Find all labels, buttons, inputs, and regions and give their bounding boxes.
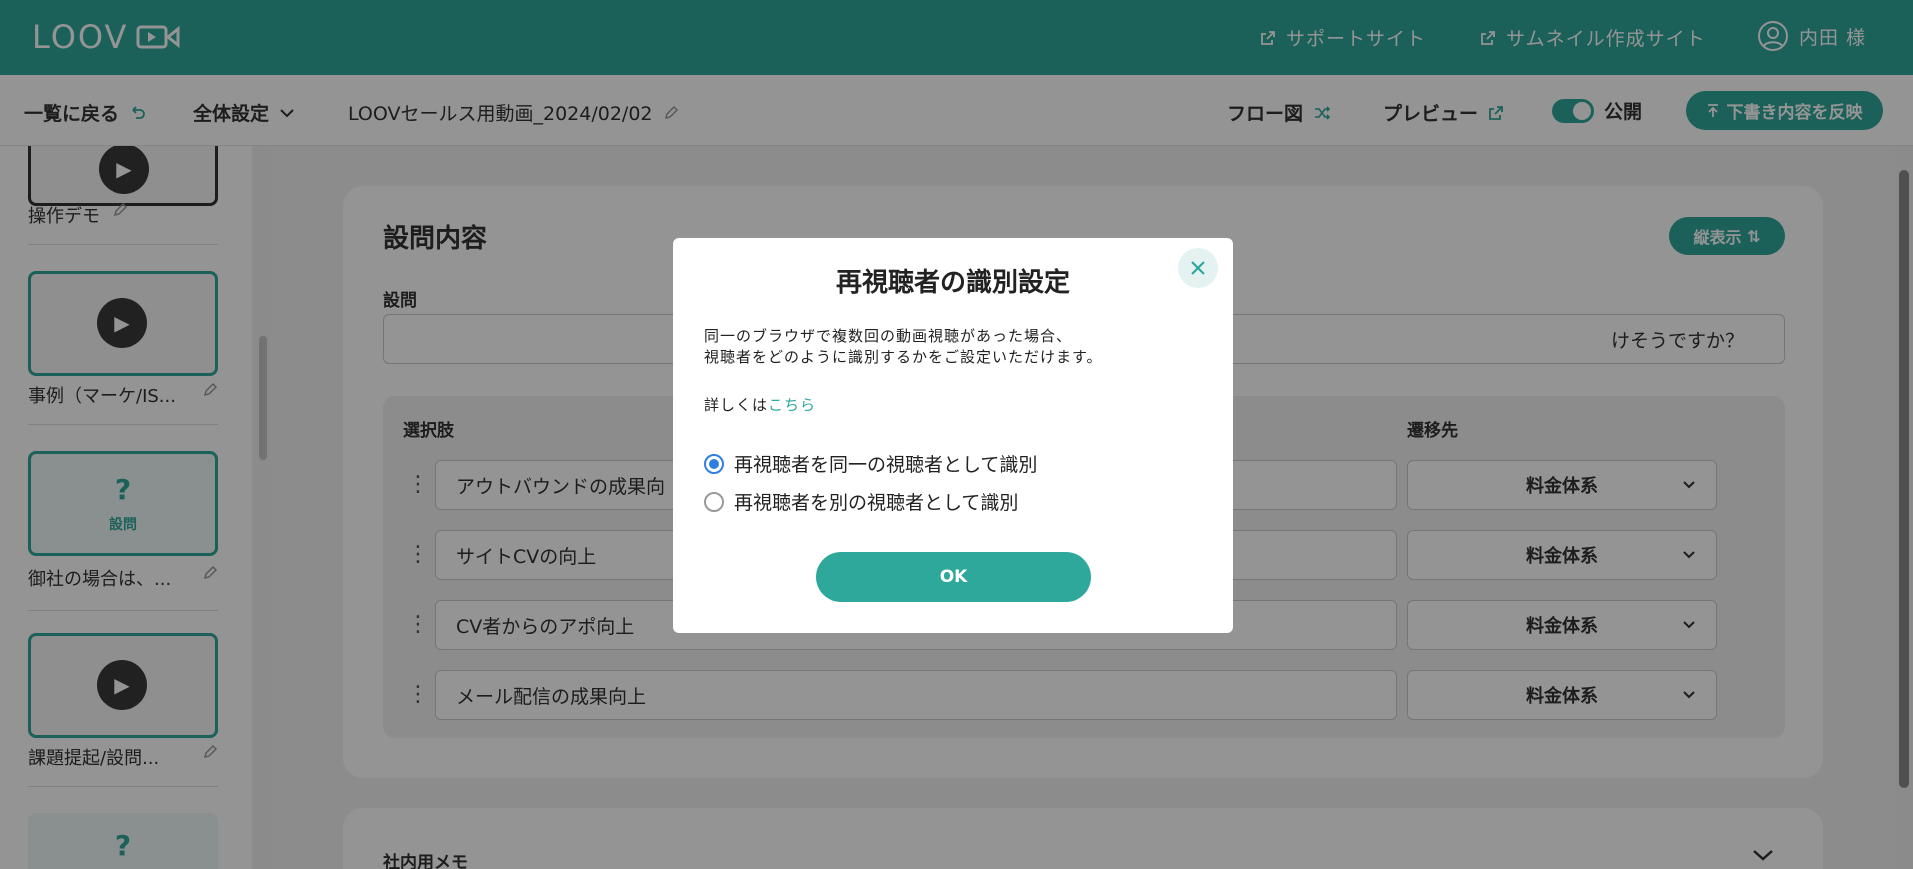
ok-button[interactable]: OK bbox=[816, 552, 1091, 602]
modal-description: 同一のブラウザで複数回の動画視聴があった場合、 視聴者をどのように識別するかをご… bbox=[704, 326, 1103, 368]
more-info: 詳しくはこちら bbox=[704, 394, 816, 415]
option-label: 再視聴者を別の視聴者として識別 bbox=[734, 492, 1019, 514]
radio-button[interactable] bbox=[704, 491, 724, 512]
option-same-viewer[interactable]: 再視聴者を同一の視聴者として識別 bbox=[704, 450, 1037, 477]
ok-label: OK bbox=[939, 567, 968, 587]
description-line: 同一のブラウザで複数回の動画視聴があった場合、 bbox=[704, 327, 1073, 345]
option-label: 再視聴者を同一の視聴者として識別 bbox=[734, 454, 1038, 476]
close-button[interactable] bbox=[1178, 248, 1218, 288]
close-icon bbox=[1191, 261, 1205, 275]
modal-title: 再視聴者の識別設定 bbox=[835, 268, 1070, 298]
radio-button[interactable] bbox=[704, 453, 724, 474]
option-different-viewer[interactable]: 再視聴者を別の視聴者として識別 bbox=[704, 488, 1018, 515]
more-info-link[interactable]: こちら bbox=[768, 396, 816, 414]
more-prefix: 詳しくは bbox=[704, 396, 769, 414]
description-line: 視聴者をどのように識別するかをご設定いただけます。 bbox=[704, 348, 1103, 366]
viewer-identification-modal: 再視聴者の識別設定 同一のブラウザで複数回の動画視聴があった場合、 視聴者をどの… bbox=[673, 238, 1233, 633]
